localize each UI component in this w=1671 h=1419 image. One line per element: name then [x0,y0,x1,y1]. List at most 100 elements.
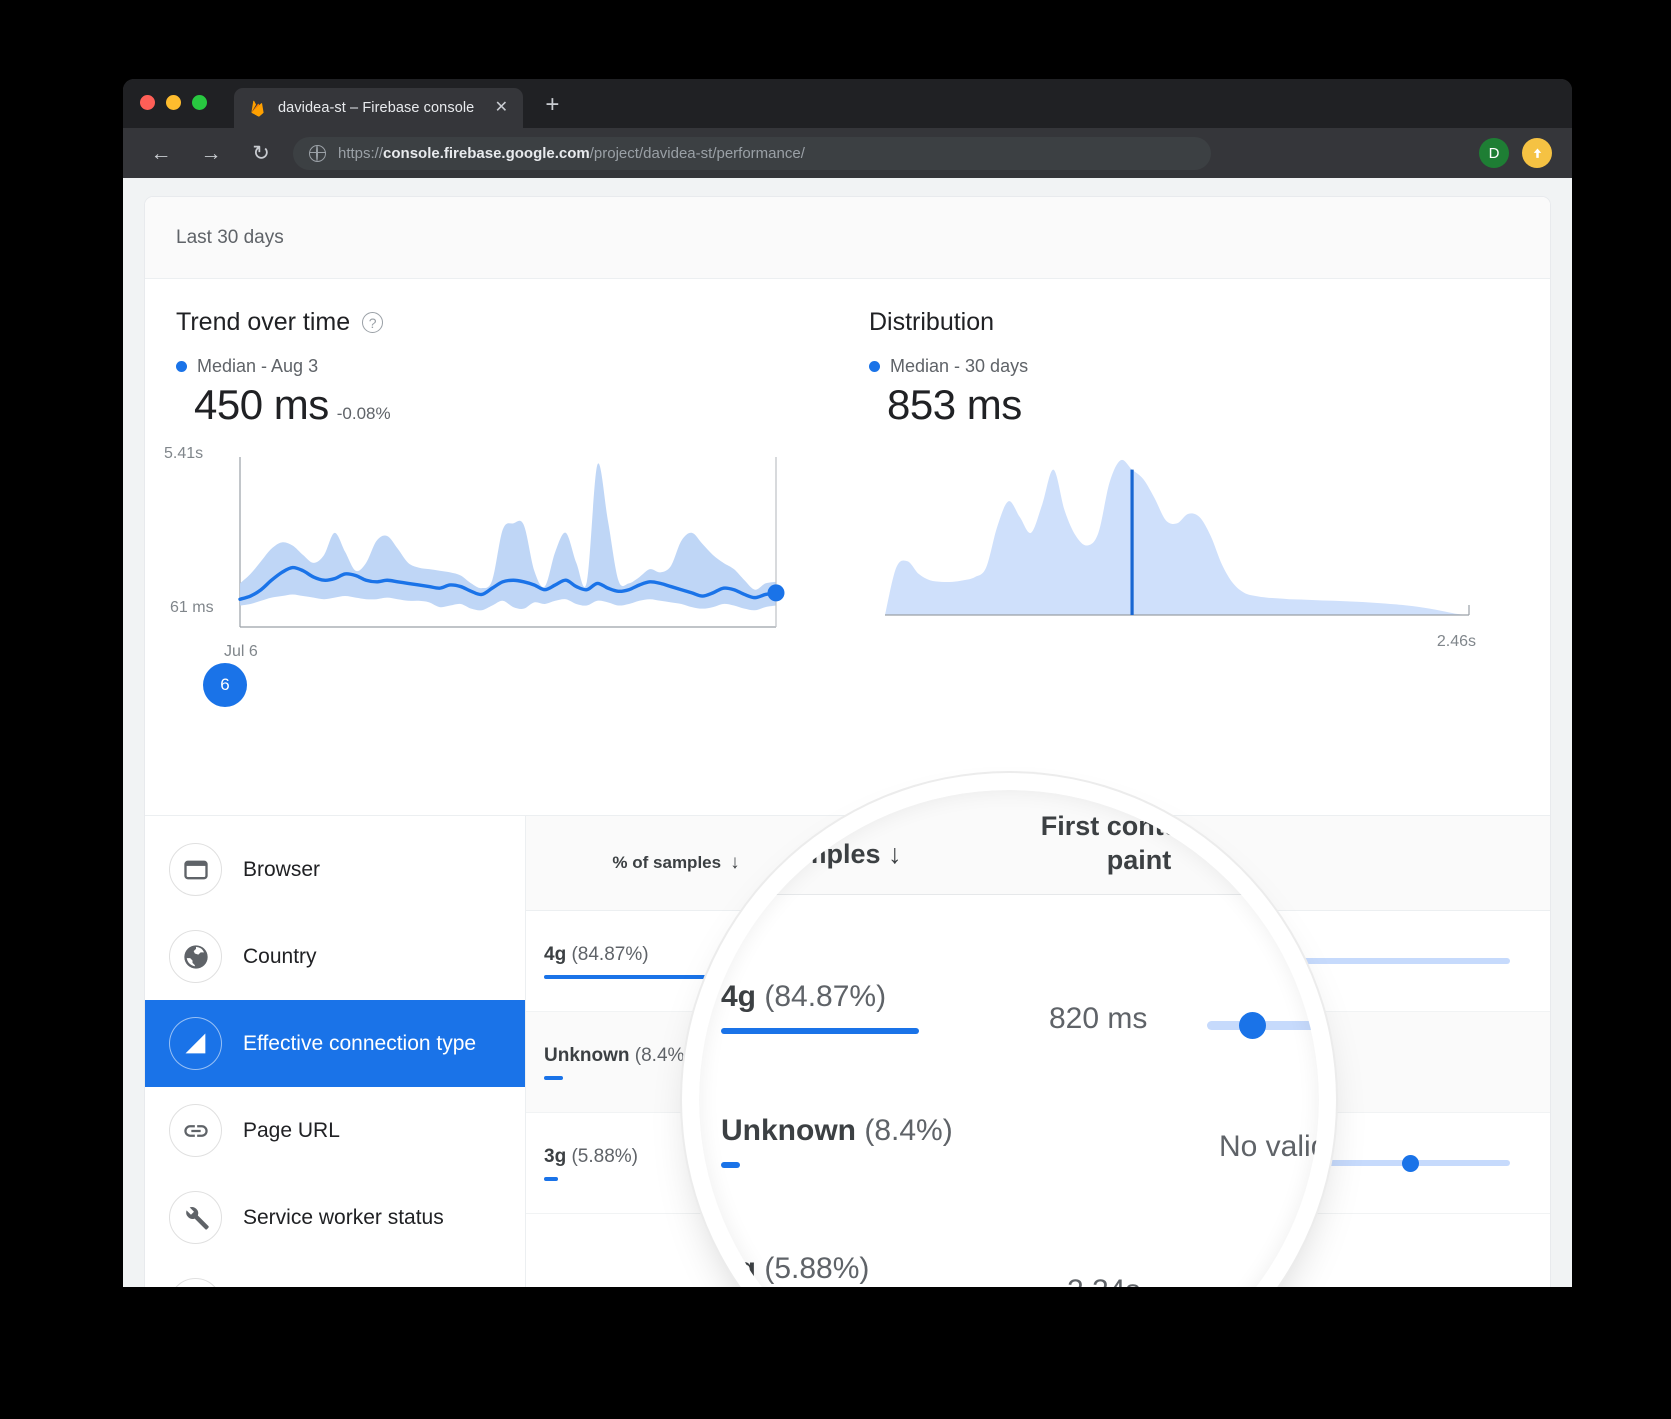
trend-y-max-label: 5.41s [164,445,204,462]
tab-strip: davidea-st – Firebase console ✕ + [123,79,1572,128]
magnified-samples-label: s of samples [717,839,881,869]
sample-name: Unknown [544,1044,630,1066]
trend-y-min-label: 61 ms [170,599,214,616]
dimension-sidebar: Browser Country Effective connection type P… [145,816,526,1287]
distribution-title: Distribution [869,308,995,336]
distribution-panel: Distribution Median - 30 days 853 ms 2.4… [857,308,1550,666]
sidebar-item-label: Country [243,944,317,968]
magnified-row-pct: (84.87%) [764,980,887,1013]
minimize-window-button[interactable] [166,95,181,110]
trend-legend-label: Median - Aug 3 [197,356,319,376]
trend-title-row: Trend over time ? [176,308,857,337]
magnified-row-name: 4g [721,980,757,1013]
eye-icon [169,1278,222,1287]
sample-pct: (8.4%) [634,1044,691,1066]
sample-name: 4g [544,943,567,965]
close-window-button[interactable] [140,95,155,110]
magnified-row-name: Unknown [721,1114,856,1147]
magnified-row-value-unknown: No valid dat [1219,1130,1319,1163]
page-viewport: Last 30 days Trend over time ? Median - … [123,178,1572,1287]
trend-metric: 450 ms -0.08% [176,381,857,429]
trend-count-badge[interactable]: 6 [203,663,247,707]
avatar[interactable]: D [1479,138,1509,168]
trend-over-time-panel: Trend over time ? Median - Aug 3 450 ms … [145,308,857,707]
globe-icon [309,144,326,162]
sample-bar [544,1176,558,1181]
trend-legend: Median - Aug 3 [176,356,857,377]
trend-chart-svg [238,457,785,628]
firebase-flame-icon [248,99,267,118]
sample-pct: (5.88%) [571,1145,638,1167]
browser-window-icon [169,843,222,896]
distribution-legend: Median - 30 days [869,356,1550,377]
charts-row: Trend over time ? Median - Aug 3 450 ms … [145,279,1550,707]
trend-chart[interactable]: 5.41s 61 ms Jul 6 6 [164,445,857,707]
sidebar-item-label: Effective connection type [243,1031,477,1055]
trend-metric-value: 450 ms [194,381,329,428]
magnified-column-header-fcp: First contentful paint [1009,810,1269,878]
magnified-fcp-line2: paint [1106,844,1172,875]
magnified-row-label-4g: 4g (84.87%) [721,980,886,1014]
forward-icon[interactable]: → [193,135,229,171]
magnified-row-label-unknown: Unknown (8.4%) [721,1114,953,1148]
magnified-sort-icon: ↓ [888,839,902,869]
wrench-icon [169,1191,222,1244]
sidebar-item-label: Service worker status [243,1205,444,1229]
distribution-metric: 853 ms [869,381,1550,429]
toolbar-right-cluster: D [1479,138,1558,168]
distribution-metric-value: 853 ms [887,381,1022,428]
sidebar-item-country[interactable]: Country [145,913,525,1000]
back-icon[interactable]: ← [143,135,179,171]
browser-window: davidea-st – Firebase console ✕ + ← → ↻ … [123,79,1572,1287]
magnified-row-pct: (5.88%) [764,1252,870,1285]
magnified-row-pct: (8.4%) [864,1114,953,1147]
magnified-column-header-samples: s of samples ↓ [717,838,902,872]
magnified-row-name: 3g [721,1252,757,1285]
distribution-legend-label: Median - 30 days [890,356,1029,376]
address-bar-url: https://console.firebase.google.com/proj… [338,144,805,162]
magnified-spark-knob [1239,1012,1266,1039]
sidebar-item-browser[interactable]: Browser [145,826,525,913]
sidebar-item-label: Browser [243,857,321,881]
browser-tab[interactable]: davidea-st – Firebase console ✕ [234,88,524,128]
sidebar-item-effective-connection-type[interactable]: Effective connection type [145,1000,525,1087]
magnified-row-bar [721,1028,919,1034]
performance-card: Last 30 days Trend over time ? Median - … [144,196,1551,1287]
card-header: Last 30 days [145,197,1550,279]
browser-toolbar: ← → ↻ https://console.firebase.google.co… [123,128,1572,178]
new-tab-button[interactable]: + [545,93,559,117]
legend-dot [869,361,880,372]
date-range-label[interactable]: Last 30 days [176,227,284,249]
distribution-chart[interactable]: 2.46s [869,451,1550,666]
page-title: Trend over time [176,308,351,336]
magnifier-content: s of samples ↓ First contentful paint 4g… [699,790,1319,1287]
sidebar-item-label: Page URL [243,1118,340,1142]
magnifier-lens: s of samples ↓ First contentful paint 4g… [699,790,1319,1287]
help-circle-icon[interactable]: ? [362,312,384,333]
sidebar-item-page-visibility-state[interactable]: Page visibility state [145,1261,525,1287]
magnified-row-value-4g: 820 ms [1049,1002,1148,1035]
legend-dot [176,361,187,372]
signal-bars-icon [169,1017,222,1070]
spark-knob [1402,1154,1420,1172]
distribution-x-max-label: 2.46s [1436,633,1476,650]
link-icon [169,1104,222,1157]
reload-icon[interactable]: ↻ [243,135,279,171]
trend-x-start-label: Jul 6 [224,643,258,660]
magnified-row-label-3g: 3g (5.88%) [721,1252,869,1286]
sample-bar [544,1075,564,1080]
window-traffic-lights [140,95,207,110]
close-icon[interactable]: ✕ [492,100,510,116]
distribution-title-row: Distribution [869,308,1550,337]
tab-title: davidea-st – Firebase console [278,100,475,116]
distribution-chart-svg [885,459,1470,616]
sidebar-item-service-worker-status[interactable]: Service worker status [145,1174,525,1261]
magnified-row-value-3g: 2.24s [1067,1274,1140,1287]
maximize-window-button[interactable] [192,95,207,110]
upload-badge-icon[interactable] [1522,138,1552,168]
globe-icon [169,930,222,983]
address-bar[interactable]: https://console.firebase.google.com/proj… [293,136,1211,170]
magnified-row-bar [721,1162,740,1168]
sample-pct: (84.87%) [571,943,649,965]
sidebar-item-page-url[interactable]: Page URL [145,1087,525,1174]
